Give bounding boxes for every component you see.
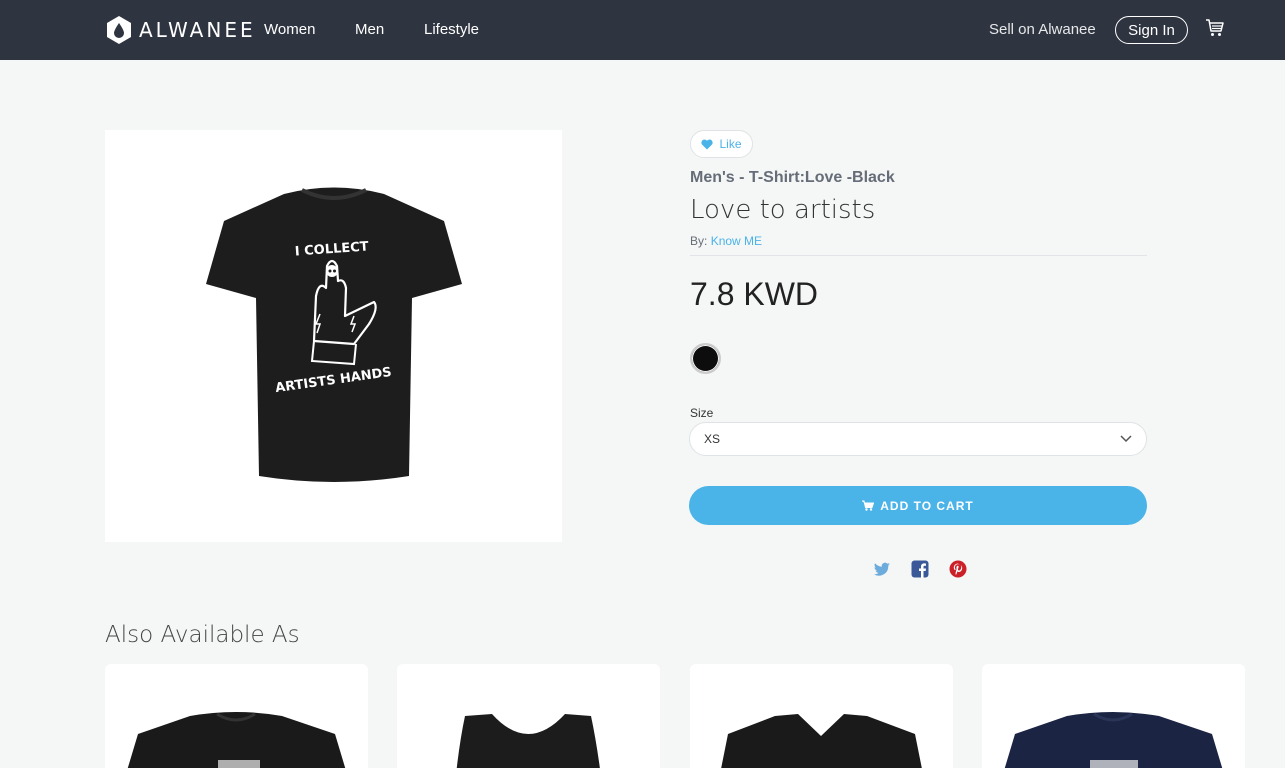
shopping-cart-icon[interactable] [1205,18,1225,38]
divider [690,255,1147,256]
product-subtitle: Men's - T-Shirt:Love -Black [690,169,895,186]
product-price: 7.8 KWD [690,276,819,312]
product-image[interactable]: I COLLECT ARTISTS HANDS [105,130,562,542]
color-swatch-black[interactable] [690,343,721,374]
logo-icon [107,16,131,44]
navy-tshirt-thumbnail [1004,712,1223,768]
sign-in-button[interactable]: Sign In [1115,16,1188,44]
add-to-cart-button[interactable]: ADD TO CART [689,486,1147,525]
logo[interactable]: ALWANEE [107,16,256,44]
facebook-icon[interactable] [911,560,929,578]
add-to-cart-label: ADD TO CART [880,498,974,513]
nav-link-men[interactable]: Men [355,21,384,38]
product-title: Love to artists [690,195,876,225]
sell-on-alwanee-link[interactable]: Sell on Alwanee [989,21,1096,38]
product-card[interactable] [397,664,660,768]
product-card[interactable] [690,664,953,768]
nav-link-lifestyle[interactable]: Lifestyle [424,21,479,38]
twitter-icon[interactable] [873,560,891,578]
size-select[interactable]: XS [689,422,1147,456]
tshirt-image: I COLLECT ARTISTS HANDS [205,187,462,482]
pinterest-icon[interactable] [949,560,967,578]
product-card[interactable] [105,664,368,768]
logo-text: ALWANEE [139,18,256,42]
black-tshirt-thumbnail [127,712,346,768]
cart-icon [862,500,875,511]
product-card[interactable] [982,664,1245,768]
chevron-down-icon [1120,435,1132,443]
size-value: XS [704,432,721,446]
product-byline: By: Know ME [690,234,762,248]
also-available-title: Also Available As [105,622,300,648]
heart-icon [701,139,714,149]
like-button[interactable]: Like [690,130,753,158]
black-tank-top-thumbnail [456,714,600,768]
black-vneck-thumbnail [721,714,922,768]
size-label: Size [690,406,714,420]
top-nav-bar: ALWANEE Women Men Lifestyle Sell on Alwa… [0,0,1285,60]
byline-prefix: By: [690,234,708,248]
author-link[interactable]: Know ME [711,234,762,248]
nav-link-women[interactable]: Women [264,21,315,38]
like-label: Like [719,137,742,151]
